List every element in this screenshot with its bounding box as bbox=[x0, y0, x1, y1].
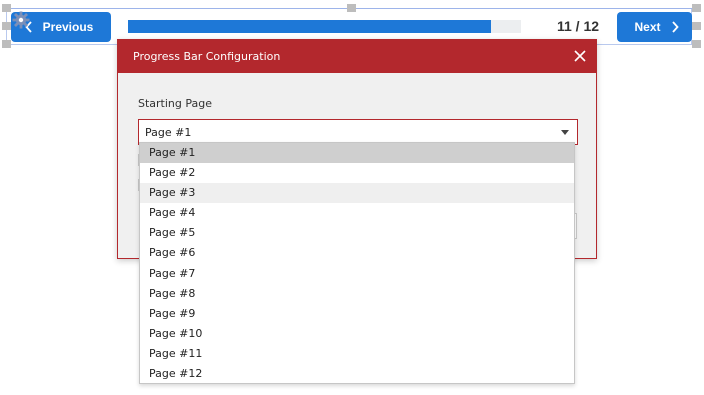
dropdown-option[interactable]: Page #10 bbox=[140, 324, 574, 344]
resize-handle-top-middle[interactable] bbox=[347, 4, 356, 12]
caret-down-icon bbox=[561, 130, 569, 135]
starting-page-dropdown[interactable]: Page #1 Page #2 Page #3 Page #4 Page #5 Page … bbox=[139, 142, 575, 384]
next-label: Next bbox=[634, 20, 661, 34]
dropdown-option[interactable]: Page #5 bbox=[140, 223, 574, 243]
dropdown-option[interactable]: Page #9 bbox=[140, 304, 574, 324]
resize-handle-bottom-right[interactable] bbox=[692, 40, 701, 48]
select-value: Page #1 bbox=[145, 126, 192, 139]
dropdown-option[interactable]: Page #8 bbox=[140, 284, 574, 304]
resize-handle-bottom-left[interactable] bbox=[2, 40, 11, 48]
chevron-right-icon bbox=[671, 21, 679, 33]
resize-handle-top-right[interactable] bbox=[692, 4, 701, 12]
next-button[interactable]: Next bbox=[617, 12, 692, 42]
dialog-header: Progress Bar Configuration bbox=[117, 39, 597, 73]
resize-handle-middle-right[interactable] bbox=[692, 22, 701, 30]
progress-bar-track bbox=[128, 20, 521, 33]
dropdown-option[interactable]: Page #6 bbox=[140, 243, 574, 263]
progress-bar-fill bbox=[128, 20, 492, 33]
dropdown-option[interactable]: Page #3 bbox=[140, 183, 574, 204]
dropdown-option[interactable]: Page #12 bbox=[140, 364, 574, 384]
previous-label: Previous bbox=[42, 20, 94, 34]
resize-handle-middle-left[interactable] bbox=[2, 22, 11, 30]
dialog-title: Progress Bar Configuration bbox=[133, 50, 281, 63]
dropdown-option[interactable]: Page #7 bbox=[140, 264, 574, 284]
starting-page-label: Starting Page bbox=[138, 97, 213, 110]
dropdown-option[interactable]: Page #2 bbox=[140, 163, 574, 183]
resize-handle-top-left[interactable] bbox=[2, 4, 11, 12]
dropdown-option[interactable]: Page #1 bbox=[140, 143, 574, 164]
dropdown-option[interactable]: Page #4 bbox=[140, 203, 574, 223]
dropdown-option[interactable]: Page #11 bbox=[140, 344, 574, 364]
close-icon[interactable] bbox=[573, 49, 587, 63]
gear-icon[interactable] bbox=[12, 11, 30, 29]
page-counter: 11 / 12 bbox=[556, 18, 600, 34]
